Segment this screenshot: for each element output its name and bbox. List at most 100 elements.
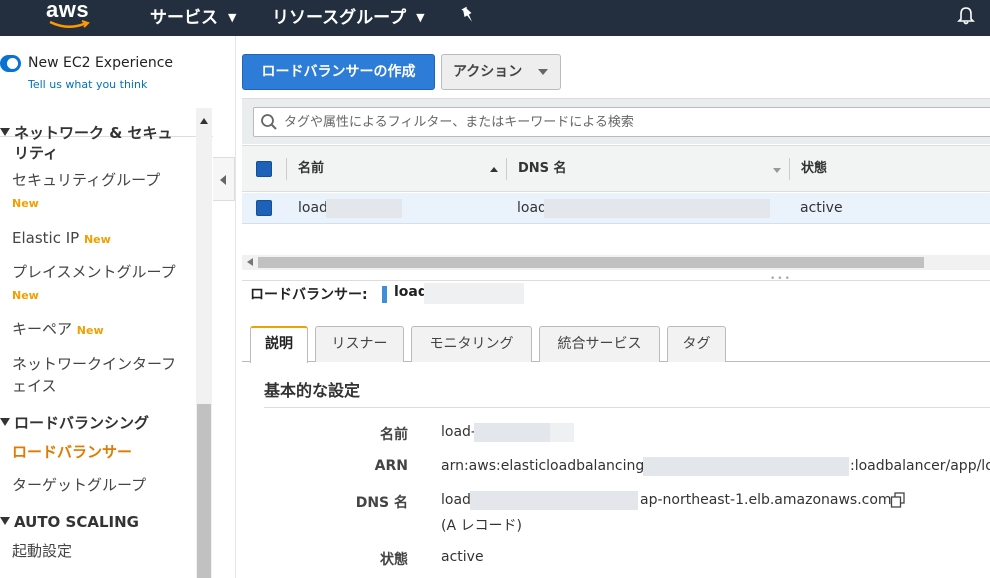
sort-ascending-icon[interactable] xyxy=(490,167,498,172)
sidebar-item-placement-groups[interactable]: プレイスメントグループ New xyxy=(12,261,176,307)
tab-listeners[interactable]: リスナー xyxy=(315,326,404,362)
search-box[interactable] xyxy=(253,107,990,137)
selection-marker xyxy=(382,286,387,303)
tab-monitoring[interactable]: モニタリング xyxy=(411,326,532,362)
table-header: 名前 DNS 名 状態 xyxy=(242,145,990,192)
field-value-dns-suffix: ap-northeast-1.elb.amazonaws.com xyxy=(640,492,892,508)
sidebar-item-label: ロードバランサー xyxy=(12,443,133,461)
sidebar-item-key-pairs[interactable]: キーペア New xyxy=(12,318,104,342)
sidebar-item-label: ネットワークインターフ xyxy=(12,355,177,373)
drag-grip-icon[interactable]: ••• xyxy=(770,274,792,284)
pin-icon[interactable] xyxy=(460,6,476,24)
detail-lb-name: load xyxy=(394,284,428,300)
actions-dropdown-button[interactable]: アクション xyxy=(441,54,561,90)
row-checkbox[interactable] xyxy=(256,200,272,216)
field-label-arn: ARN xyxy=(374,458,408,474)
new-experience-toggle[interactable] xyxy=(0,55,21,72)
redacted-area xyxy=(643,457,849,476)
cell-dns: load xyxy=(517,200,547,216)
pane-splitter[interactable]: ••• xyxy=(242,271,990,284)
tab-description[interactable]: 説明 xyxy=(250,326,308,363)
tab-tags[interactable]: タグ xyxy=(667,326,726,362)
sidebar-item-network-interfaces[interactable]: ネットワークインターフ ェイス xyxy=(12,353,176,397)
sort-icon[interactable] xyxy=(773,168,781,173)
resource-groups-menu-label: リソースグループ xyxy=(272,8,407,28)
detail-title: ロードバランサー: xyxy=(250,287,368,303)
cell-state: active xyxy=(800,200,843,216)
chevron-down-icon xyxy=(538,69,548,75)
chevron-down-icon: ▼ xyxy=(416,11,425,24)
field-value-dns-prefix: load xyxy=(441,492,471,508)
field-label-name: 名前 xyxy=(380,427,408,443)
copy-icon[interactable] xyxy=(890,492,906,508)
sidebar-section-title: ネットワーク & セキュ xyxy=(14,124,173,142)
column-separator xyxy=(789,158,790,180)
scroll-left-arrow-icon[interactable] xyxy=(247,258,253,266)
sidebar-section-auto-scaling[interactable]: AUTO SCALING xyxy=(0,512,139,532)
notification-bell-icon[interactable] xyxy=(956,6,976,26)
sidebar-section-network-security[interactable]: ネットワーク & セキュ リティ xyxy=(0,123,173,163)
sidebar-separator xyxy=(235,36,236,578)
select-all-checkbox[interactable] xyxy=(256,161,272,177)
column-header-state[interactable]: 状態 xyxy=(801,146,827,192)
actions-label: アクション xyxy=(453,64,523,80)
redacted-area xyxy=(424,283,524,304)
sidebar-item-target-groups[interactable]: ターゲットグループ xyxy=(12,474,146,496)
field-label-state: 状態 xyxy=(380,552,408,568)
sidebar-scrollbar[interactable] xyxy=(196,108,212,578)
new-badge: New xyxy=(76,324,104,337)
search-input[interactable] xyxy=(284,111,984,133)
scroll-up-arrow-icon[interactable] xyxy=(200,118,208,124)
tab-integrated-services[interactable]: 統合サービス xyxy=(539,326,660,362)
filter-bar xyxy=(242,98,990,144)
table-horizontal-scrollbar[interactable] xyxy=(242,255,990,270)
chevron-down-icon: ▼ xyxy=(228,11,237,24)
detail-tabs: 説明 リスナー モニタリング 統合サービス タグ xyxy=(242,326,990,363)
feedback-link[interactable]: Tell us what you think xyxy=(28,78,147,91)
field-value-arn-prefix: arn:aws:elasticloadbalancing: xyxy=(441,458,649,474)
section-title: 基本的な設定 xyxy=(264,381,361,400)
sidebar-section-load-balancing[interactable]: ロードバランシング xyxy=(0,413,149,433)
sidebar-item-label: 起動設定 xyxy=(12,542,73,560)
field-value-arn-suffix: :loadbalancer/app/loa xyxy=(850,458,990,474)
table-row[interactable]: load- load active xyxy=(242,193,990,224)
redacted-area xyxy=(474,423,550,442)
redacted-area xyxy=(470,491,638,510)
resource-groups-menu[interactable]: リソースグループ ▼ xyxy=(272,3,425,28)
horizontal-scrollbar-thumb[interactable] xyxy=(258,257,924,268)
sidebar-item-label-cont: ェイス xyxy=(12,377,57,395)
sidebar-section-title: ロードバランシング xyxy=(14,414,150,432)
sidebar-section-title-cont: リティ xyxy=(14,144,59,162)
redacted-area xyxy=(326,199,402,218)
aws-logo[interactable]: aws xyxy=(46,0,94,32)
new-badge: New xyxy=(12,289,39,302)
services-menu[interactable]: サービス ▼ xyxy=(150,3,236,28)
new-badge: New xyxy=(83,233,111,246)
expanded-triangle-icon xyxy=(0,418,10,426)
field-value-dns-record: (A レコード) xyxy=(441,518,522,534)
collapse-sidebar-handle[interactable] xyxy=(213,157,235,201)
column-header-name[interactable]: 名前 xyxy=(298,146,324,192)
sidebar-item-label: セキュリティグループ xyxy=(12,171,161,189)
sidebar-item-label: Elastic IP xyxy=(12,229,80,247)
sidebar: New EC2 Experience Tell us what you thin… xyxy=(0,36,213,578)
column-header-dns[interactable]: DNS 名 xyxy=(518,146,567,192)
redacted-area xyxy=(550,423,574,442)
sidebar-item-elastic-ip[interactable]: Elastic IP New xyxy=(12,227,111,251)
sidebar-item-load-balancers[interactable]: ロードバランサー xyxy=(12,441,132,463)
top-navigation-bar: aws サービス ▼ リソースグループ ▼ xyxy=(0,0,990,36)
sidebar-item-label: ターゲットグループ xyxy=(12,476,147,494)
column-separator xyxy=(506,158,507,180)
redacted-area xyxy=(544,199,770,218)
services-menu-label: サービス xyxy=(150,8,218,28)
section-divider xyxy=(264,407,990,408)
field-label-dns: DNS 名 xyxy=(355,495,408,511)
create-load-balancer-button[interactable]: ロードバランサーの作成 xyxy=(242,54,435,90)
column-separator xyxy=(286,158,287,180)
sidebar-item-security-groups[interactable]: セキュリティグループ New xyxy=(12,169,160,215)
expanded-triangle-icon xyxy=(0,517,10,525)
sidebar-item-label: キーペア xyxy=(12,320,73,338)
sidebar-item-launch-configurations[interactable]: 起動設定 xyxy=(12,540,72,562)
sidebar-scrollbar-thumb[interactable] xyxy=(197,404,211,578)
sidebar-item-label: プレイスメントグループ xyxy=(12,263,176,281)
